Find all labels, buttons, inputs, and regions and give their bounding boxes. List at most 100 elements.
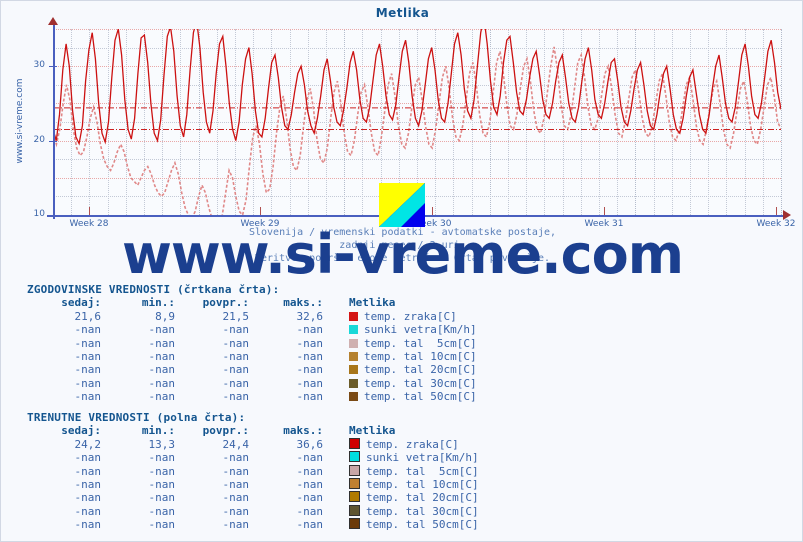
series-label: temp. tal 10cm[C] <box>366 478 479 492</box>
table-row: -nan -nan -nan -nan temp. tal 30cm[C] <box>27 504 479 518</box>
table-row: -nan -nan -nan -nan temp. tal 5cm[C] <box>27 337 477 350</box>
historic-values-table: ZGODOVINSKE VREDNOSTI (črtkana črta): se… <box>27 283 477 404</box>
table-cell: -nan <box>296 350 324 364</box>
column-header: maks.: <box>283 424 323 438</box>
table-cell: -nan <box>222 350 250 364</box>
series-label: sunki vetra[Km/h] <box>366 451 479 465</box>
table-cell: 8,9 <box>155 309 175 323</box>
table-cell: -nan <box>222 323 250 337</box>
table-row: -nan -nan -nan -nan temp. tal 5cm[C] <box>27 464 479 478</box>
chart-caption: Slovenija / vremenski podatki - avtomats… <box>1 226 803 265</box>
series-label: temp. tal 30cm[C] <box>364 376 477 390</box>
column-header: Metlika <box>349 296 396 310</box>
table-cell: -nan <box>148 518 176 532</box>
y-axis-tick-mark <box>49 215 57 216</box>
table-cell: -nan <box>296 323 324 337</box>
table-cell: 24,4 <box>222 437 250 451</box>
table-cell: -nan <box>148 350 176 364</box>
column-header: min.: <box>141 296 175 310</box>
x-axis-tick-mark <box>776 207 777 215</box>
table-row: -nan -nan -nan -nan temp. tal 10cm[C] <box>27 478 479 491</box>
table-row: 24,2 13,3 24,4 36,6 temp. zraka[C] <box>27 437 479 451</box>
table-cell: -nan <box>222 518 250 532</box>
series-label: temp. tal 30cm[C] <box>366 504 479 518</box>
chart-page: Metlika www.si-vreme.com 10 20 30 Week 28 W… <box>0 0 803 542</box>
series-label: temp. zraka[C] <box>366 437 459 451</box>
series-legend-entry: temp. tal 20cm[C] <box>323 491 479 504</box>
table-cell: -nan <box>296 336 324 350</box>
x-axis-tick-mark <box>260 207 261 215</box>
column-header: sedaj: <box>61 296 101 310</box>
y-axis-tick-mark <box>49 140 57 142</box>
table-cell: -nan <box>74 491 102 505</box>
column-header: povpr.: <box>202 424 249 438</box>
series-legend-entry: sunki vetra[Km/h] <box>323 451 479 464</box>
table-cell: -nan <box>148 336 176 350</box>
table-cell: -nan <box>74 451 102 465</box>
table-cell: -nan <box>222 376 250 390</box>
table-cell: -nan <box>148 363 176 377</box>
table-cell: -nan <box>296 504 324 518</box>
table-cell: 13,3 <box>148 437 176 451</box>
legend-color-swatch-icon <box>349 518 360 530</box>
table-cell: -nan <box>222 504 250 518</box>
legend-color-swatch-icon <box>349 464 360 476</box>
table-cell: -nan <box>74 478 102 492</box>
table-cell: -nan <box>148 451 176 465</box>
table-row: -nan -nan -nan -nan temp. tal 50cm[C] <box>27 390 477 403</box>
y-axis-tick-label: 20 <box>33 134 45 145</box>
y-axis-tick-label: 10 <box>33 209 45 219</box>
table-cell: -nan <box>296 376 324 390</box>
table-cell: -nan <box>296 363 324 377</box>
series-legend-entry: temp. tal 50cm[C] <box>323 518 479 531</box>
table-cell: -nan <box>296 478 324 492</box>
legend-color-swatch-icon <box>349 504 360 516</box>
table-column-header-row: sedaj: min.: povpr.: maks.: Metlika <box>27 424 479 437</box>
table-cell: -nan <box>148 376 176 390</box>
table-row: -nan -nan -nan -nan sunki vetra[Km/h] <box>27 323 477 336</box>
table-cell: -nan <box>148 323 176 337</box>
x-axis-tick-mark <box>89 207 90 215</box>
x-axis-tick-mark <box>432 207 433 215</box>
table-cell: 21,6 <box>74 309 102 323</box>
table-row: -nan -nan -nan -nan temp. tal 10cm[C] <box>27 350 477 363</box>
table-row: -nan -nan -nan -nan temp. tal 50cm[C] <box>27 518 479 531</box>
legend-color-swatch-icon <box>349 491 360 503</box>
page-title: Metlika <box>375 6 430 20</box>
table-cell: 21,5 <box>222 309 250 323</box>
table-cell: -nan <box>148 478 176 492</box>
table-cell: -nan <box>74 504 102 518</box>
y-axis-arrow-icon <box>48 17 58 25</box>
legend-color-swatch-icon <box>349 311 358 321</box>
legend-color-swatch-icon <box>349 365 358 375</box>
table-cell: -nan <box>74 336 102 350</box>
table-cell: -nan <box>74 376 102 390</box>
caption-line-3: Meritve: površne enote metrične. Črta: p… <box>254 253 550 264</box>
table-cell: -nan <box>296 464 324 478</box>
table-cell: 36,6 <box>296 437 324 451</box>
y-axis <box>53 23 55 219</box>
legend-color-swatch-icon <box>349 338 358 348</box>
table-row: -nan -nan -nan -nan temp. tal 20cm[C] <box>27 363 477 376</box>
table-row: -nan -nan -nan -nan temp. tal 30cm[C] <box>27 377 477 390</box>
table-cell: -nan <box>74 390 102 404</box>
caption-line-1: Slovenija / vremenski podatki - avtomats… <box>248 227 557 238</box>
series-label: temp. zraka[C] <box>364 309 457 323</box>
chart-line-series <box>53 29 781 146</box>
column-header: povpr.: <box>202 296 249 310</box>
table-cell: -nan <box>222 390 250 404</box>
table-cell: -nan <box>148 390 176 404</box>
gridline-vertical <box>781 29 782 215</box>
table-cell: -nan <box>148 491 176 505</box>
legend-color-swatch-icon <box>349 437 360 449</box>
caption-line-2: zadnji mesec / 2 uri. <box>339 240 466 251</box>
series-legend-entry: temp. tal 50cm[C] <box>323 390 477 403</box>
x-axis-tick-mark <box>604 207 605 215</box>
table-cell: -nan <box>74 518 102 532</box>
column-header: maks.: <box>283 296 323 310</box>
table-cell: -nan <box>222 464 250 478</box>
table-cell: -nan <box>74 323 102 337</box>
table-cell: 32,6 <box>296 309 324 323</box>
current-rows: sedaj: min.: povpr.: maks.: Metlika 24,2 13,3 2… <box>27 424 479 531</box>
table-cell: -nan <box>222 491 250 505</box>
